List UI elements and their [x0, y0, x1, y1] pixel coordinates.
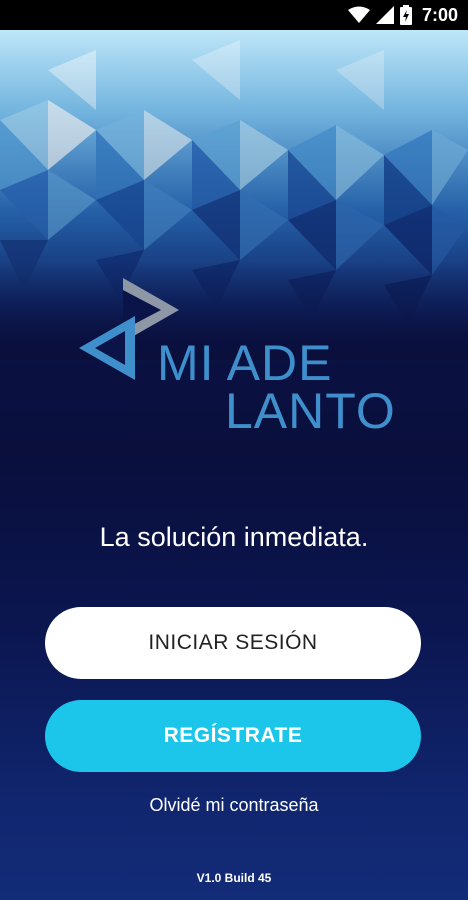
mi-adelanto-logo: MI ADE LANTO — [75, 270, 395, 436]
login-button[interactable]: INICIAR SESIÓN — [45, 607, 421, 679]
status-icons: 7:00 — [347, 0, 458, 30]
tagline: La solución inmediata. — [99, 522, 369, 552]
status-bar: 7:00 — [0, 0, 468, 30]
status-time: 7:00 — [421, 4, 458, 25]
wifi-icon — [347, 6, 370, 23]
cell-signal-icon — [375, 6, 394, 24]
register-button[interactable]: REGÍSTRATE — [45, 700, 421, 772]
app-screen: 7:00 MI ADE LANTO La solución inmediata.… — [0, 0, 468, 900]
battery-icon — [399, 5, 412, 25]
version-label: V1.0 Build 45 — [196, 871, 272, 885]
logo-text-line2: LANTO — [225, 383, 396, 439]
logo-text-line1: MI ADE — [157, 335, 333, 391]
forgot-password-link[interactable]: Olvidé mi contraseña — [0, 795, 468, 816]
